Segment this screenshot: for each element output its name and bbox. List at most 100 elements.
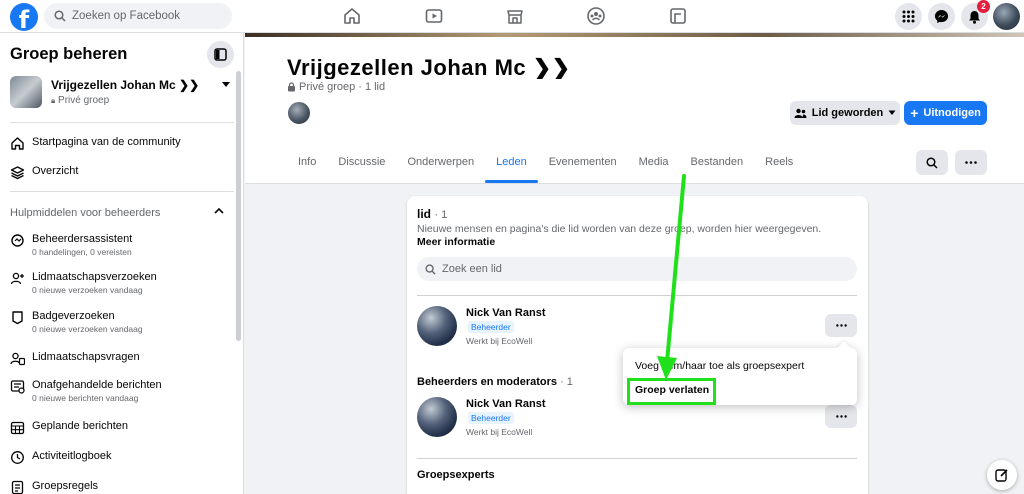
- group-header: Vrijgezellen Johan Mc ❯❯ Privé groep · 1…: [245, 33, 1024, 184]
- home-icon[interactable]: [342, 6, 362, 26]
- top-bar: f Zoeken op Facebook 2: [0, 0, 1024, 33]
- more-icon: [835, 415, 847, 418]
- layers-icon: [10, 166, 25, 180]
- sidebar-item-activity-log[interactable]: Activiteitlogboek: [10, 449, 230, 465]
- search-icon: [425, 263, 436, 275]
- edit-icon: [995, 469, 1008, 482]
- sidebar-item-label: Beheerdersassistent: [32, 233, 133, 245]
- tab-members[interactable]: Leden: [485, 146, 538, 183]
- card-divider: [417, 458, 857, 459]
- tab-reels[interactable]: Reels: [754, 146, 804, 183]
- collapse-sidebar-button[interactable]: [207, 41, 234, 68]
- chevron-up-icon[interactable]: [214, 207, 224, 215]
- group-thumbnail[interactable]: [10, 76, 42, 108]
- sidebar-group-name[interactable]: Vrijgezellen Johan Mc ❯❯: [51, 78, 211, 92]
- admin-more-button[interactable]: [825, 405, 857, 428]
- video-icon[interactable]: [424, 6, 444, 26]
- tab-media[interactable]: Media: [628, 146, 680, 183]
- more-info-link[interactable]: Meer informatie: [417, 236, 495, 248]
- tab-discussion[interactable]: Discussie: [327, 146, 396, 183]
- group-privacy[interactable]: Privé groep: [299, 81, 355, 93]
- group-privacy-label: Privé groep: [58, 95, 110, 106]
- sidebar-item-label: Lidmaatschapsvragen: [32, 351, 140, 363]
- member-count[interactable]: 1 lid: [365, 81, 385, 93]
- member-avatar[interactable]: [417, 306, 457, 346]
- facebook-search[interactable]: Zoeken op Facebook: [44, 3, 232, 29]
- meta-separator: ·: [358, 81, 362, 93]
- members-heading-label: lid: [417, 207, 431, 221]
- lock-icon: 🔒︎: [51, 96, 56, 105]
- joined-button-label: Lid geworden: [811, 107, 884, 119]
- groups-icon[interactable]: [586, 6, 606, 26]
- more-icon: [835, 324, 847, 327]
- sidebar-title: Groep beheren: [10, 45, 128, 63]
- member-more-button[interactable]: [825, 314, 857, 337]
- clock-icon: [11, 451, 24, 464]
- members-description-text: Nieuwe mensen en pagina's die lid worden…: [417, 223, 822, 235]
- member-name[interactable]: Nick Van Ranst: [466, 307, 545, 319]
- members-description: Nieuwe mensen en pagina's die lid worden…: [417, 223, 837, 249]
- member-search-input[interactable]: Zoek een lid: [417, 257, 857, 281]
- group-more-button[interactable]: [955, 150, 987, 175]
- sidebar-item-label: Activiteitlogboek: [32, 450, 112, 462]
- add-as-expert-menu-item[interactable]: Voeg hem/haar toe als groepsexpert: [635, 360, 804, 372]
- invite-button[interactable]: + Uitnodigen: [904, 101, 987, 125]
- member-avatar[interactable]: [287, 101, 311, 125]
- sidebar-item-sub: 0 nieuwe verzoeken vandaag: [32, 324, 143, 334]
- sidebar-item-overview[interactable]: Overzicht: [10, 164, 230, 180]
- sidebar-item-community-home[interactable]: Startpagina van de community: [10, 135, 230, 151]
- joined-button[interactable]: Lid geworden: [790, 101, 900, 125]
- sidebar-item-sub: 0 nieuwe berichten vandaag: [32, 393, 139, 403]
- sidebar-item-label: Overzicht: [32, 165, 79, 177]
- card-divider: [417, 295, 857, 296]
- lock-icon: [288, 82, 295, 92]
- sidebar-item-label: Geplande berichten: [32, 420, 129, 432]
- sidebar-item-pending-posts[interactable]: Onafgehandelde berichten 0 nieuwe bericht…: [10, 378, 230, 404]
- invite-button-label: Uitnodigen: [923, 107, 981, 119]
- plus-icon: +: [910, 105, 919, 121]
- tab-events[interactable]: Evenementen: [538, 146, 628, 183]
- sidebar-item-label: Lidmaatschapsverzoeken: [32, 271, 157, 283]
- person-question-icon: [10, 352, 25, 366]
- search-placeholder: Zoeken op Facebook: [72, 10, 181, 22]
- sidebar-toggle-icon: [214, 48, 227, 61]
- sidebar-item-membership-requests[interactable]: Lidmaatschapsverzoeken 0 nieuwe verzoeken…: [10, 270, 230, 296]
- admin-avatar[interactable]: [417, 397, 457, 437]
- calendar-icon: [10, 421, 25, 435]
- sidebar-item-group-rules[interactable]: Groepsregels: [10, 479, 230, 494]
- cover-photo: [245, 33, 1024, 37]
- members-heading: lid · 1: [417, 207, 447, 221]
- sidebar-item-admin-assistant[interactable]: Beheerdersassistent 0 handelingen, 0 vere…: [10, 232, 230, 258]
- group-title[interactable]: Vrijgezellen Johan Mc ❯❯: [287, 55, 571, 79]
- admin-name[interactable]: Nick Van Ranst: [466, 398, 545, 410]
- sidebar-item-badge-requests[interactable]: Badgeverzoeken 0 nieuwe verzoeken vandaag: [10, 309, 230, 335]
- tab-files[interactable]: Bestanden: [680, 146, 755, 183]
- marketplace-icon[interactable]: [505, 6, 525, 26]
- sidebar-item-label: Onafgehandelde berichten: [32, 379, 162, 391]
- group-tabs: Info Discussie Onderwerpen Leden Eveneme…: [287, 146, 804, 183]
- sidebar-item-membership-questions[interactable]: Lidmaatschapsvragen: [10, 350, 230, 366]
- facebook-logo[interactable]: f: [10, 3, 38, 31]
- grid-icon: [902, 10, 915, 23]
- tab-topics[interactable]: Onderwerpen: [396, 146, 485, 183]
- menu-grid-button[interactable]: [895, 3, 922, 30]
- profile-avatar[interactable]: [993, 3, 1020, 30]
- members-card: lid · 1 Nieuwe mensen en pagina's die li…: [407, 196, 868, 494]
- sidebar-item-sub: 0 handelingen, 0 vereisten: [32, 247, 132, 257]
- member-work: Werkt bij EcoWell: [466, 336, 533, 346]
- caret-down-icon[interactable]: [221, 81, 231, 89]
- tab-info[interactable]: Info: [287, 146, 327, 183]
- admin-work: Werkt bij EcoWell: [466, 427, 533, 437]
- sidebar-item-scheduled-posts[interactable]: Geplande berichten: [10, 419, 230, 435]
- rules-icon: [11, 480, 24, 494]
- member-search-placeholder: Zoek een lid: [442, 263, 502, 275]
- highlight-box: [627, 378, 716, 405]
- notification-badge: 2: [977, 0, 990, 13]
- sidebar-group-privacy: 🔒︎ Privé groep: [51, 95, 109, 106]
- messenger-button[interactable]: [928, 3, 955, 30]
- sidebar-scrollbar[interactable]: [236, 71, 241, 341]
- gaming-icon[interactable]: [668, 6, 688, 26]
- sidebar-divider: [10, 122, 234, 123]
- group-search-button[interactable]: [916, 150, 948, 175]
- compose-button[interactable]: [987, 460, 1017, 490]
